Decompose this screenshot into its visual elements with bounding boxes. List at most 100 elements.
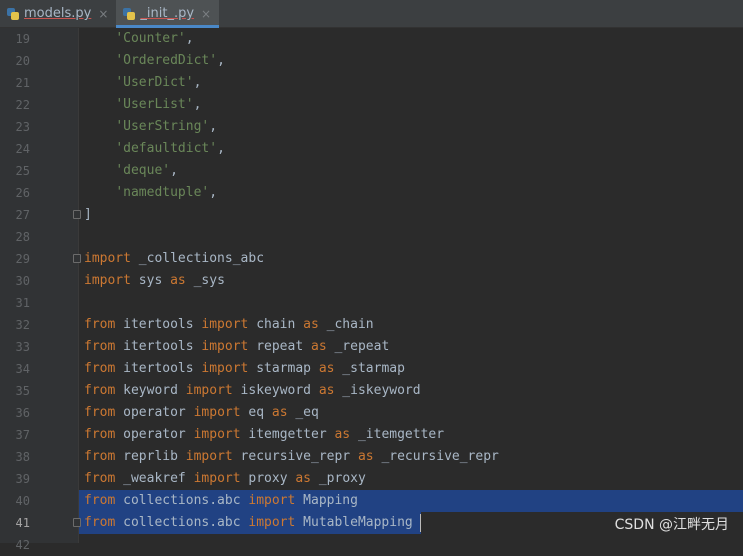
keyword-token: from xyxy=(84,383,116,398)
keyword-token: as xyxy=(318,383,335,398)
code-text: 'namedtuple', xyxy=(84,182,217,204)
code-text: 'defaultdict', xyxy=(84,138,225,160)
code-token: collections.abc xyxy=(115,493,249,508)
line-number: 39 xyxy=(15,472,30,486)
code-text: from operator import eq as _eq xyxy=(84,402,319,424)
keyword-token: import xyxy=(185,449,233,464)
fold-marker-icon[interactable] xyxy=(73,518,81,527)
line-number: 35 xyxy=(15,384,30,398)
code-line[interactable]: 33 from itertools import repeat as _repea… xyxy=(0,336,743,358)
keyword-token: from xyxy=(84,405,116,420)
code-token: recursive_repr xyxy=(232,449,358,464)
line-number: 19 xyxy=(15,32,30,46)
code-line[interactable]: 36 from operator import eq as _eq xyxy=(0,402,743,424)
code-text: from _weakref import proxy as _proxy xyxy=(84,468,366,490)
code-line[interactable]: 31 xyxy=(0,292,743,314)
keyword-token: import xyxy=(248,493,296,508)
string-token: 'deque' xyxy=(115,163,171,178)
code-token: , xyxy=(170,163,178,178)
code-line[interactable]: 25 'deque', xyxy=(0,160,743,182)
code-text: from reprlib import recursive_repr as _r… xyxy=(84,446,499,468)
watermark: CSDN @江畔无月 xyxy=(614,517,729,533)
keyword-token: import xyxy=(193,471,241,486)
line-number: 32 xyxy=(15,318,30,332)
code-token: , xyxy=(217,141,225,156)
line-number: 33 xyxy=(15,340,30,354)
code-line[interactable]: 37 from operator import itemgetter as _it… xyxy=(0,424,743,446)
close-icon[interactable]: × xyxy=(201,7,211,21)
keyword-token: from xyxy=(84,339,116,354)
code-line[interactable]: 20 'OrderedDict', xyxy=(0,50,743,72)
line-number: 20 xyxy=(15,54,30,68)
line-number: 42 xyxy=(15,538,30,552)
code-line[interactable]: 27] xyxy=(0,204,743,226)
keyword-token: as xyxy=(170,273,186,288)
code-line[interactable]: 24 'defaultdict', xyxy=(0,138,743,160)
code-line[interactable]: 22 'UserList', xyxy=(0,94,743,116)
code-token: keyword xyxy=(115,383,186,398)
editor-tab-bar: models.py × _init_.py × xyxy=(0,0,743,28)
text-caret xyxy=(420,514,421,532)
fold-marker-icon[interactable] xyxy=(73,210,81,219)
code-token: iskeyword xyxy=(232,383,319,398)
code-line[interactable]: 40 from collections.abc import Mapping xyxy=(0,490,743,512)
code-line[interactable]: 19 'Counter', xyxy=(0,28,743,50)
line-number: 28 xyxy=(15,230,30,244)
keyword-token: import xyxy=(84,273,131,288)
string-token: 'namedtuple' xyxy=(115,185,210,200)
code-token: _collections_abc xyxy=(130,251,265,266)
code-line[interactable]: 21 'UserDict', xyxy=(0,72,743,94)
code-token: , xyxy=(209,119,218,134)
code-line[interactable]: 28 xyxy=(0,226,743,248)
string-token: 'UserString' xyxy=(115,119,210,134)
code-token: , xyxy=(193,97,202,112)
code-token: proxy xyxy=(240,471,296,486)
code-line[interactable]: 38 from reprlib import recursive_repr as … xyxy=(0,446,743,468)
line-number: 41 xyxy=(15,516,30,530)
keyword-token: from xyxy=(84,515,116,530)
code-token: _itemgetter xyxy=(350,427,445,442)
code-token: _weakref xyxy=(115,471,194,486)
keyword-token: import xyxy=(248,515,296,530)
code-token: reprlib xyxy=(115,449,186,464)
fold-marker-icon[interactable] xyxy=(73,254,81,263)
code-text: from itertools import repeat as _repeat xyxy=(84,336,389,358)
tab-models-py[interactable]: models.py × xyxy=(0,0,116,27)
code-text: from itertools import starmap as _starma… xyxy=(84,358,405,380)
line-number: 24 xyxy=(15,142,30,156)
code-line[interactable]: 29 import _collections_abc xyxy=(0,248,743,270)
code-token: eq xyxy=(240,405,272,420)
code-token: _recursive_repr xyxy=(373,449,499,464)
code-token: operator xyxy=(115,405,194,420)
code-line[interactable]: 34 from itertools import starmap as _star… xyxy=(0,358,743,380)
keyword-token: import xyxy=(201,339,249,354)
tab-init-py[interactable]: _init_.py × xyxy=(116,0,220,28)
line-number: 26 xyxy=(15,186,30,200)
code-token: itertools xyxy=(115,317,202,332)
code-token: , xyxy=(209,185,218,200)
code-token: sys xyxy=(130,273,171,288)
string-token: 'UserList' xyxy=(115,97,194,112)
string-token: 'defaultdict' xyxy=(115,141,218,156)
keyword-token: from xyxy=(84,449,116,464)
code-line[interactable]: 39 from _weakref import proxy as _proxy xyxy=(0,468,743,490)
code-line[interactable]: 35 from keyword import iskeyword as _iske… xyxy=(0,380,743,402)
code-token: _chain xyxy=(318,317,374,332)
keyword-token: import xyxy=(201,361,249,376)
code-line[interactable]: 23 'UserString', xyxy=(0,116,743,138)
code-text: 'UserList', xyxy=(84,94,201,116)
line-number: 31 xyxy=(15,296,30,310)
code-line[interactable]: 42 xyxy=(0,534,743,556)
code-text: 'deque', xyxy=(84,160,178,182)
code-line[interactable]: 26 'namedtuple', xyxy=(0,182,743,204)
code-editor[interactable]: 19 'Counter', 20 'OrderedDict', 21 'UserDi… xyxy=(0,28,743,552)
code-line[interactable]: 32 from itertools import chain as _chain xyxy=(0,314,743,336)
line-number: 21 xyxy=(15,76,30,90)
close-icon[interactable]: × xyxy=(98,7,108,21)
code-token: , xyxy=(193,75,202,90)
code-line[interactable]: 30 import sys as _sys xyxy=(0,270,743,292)
